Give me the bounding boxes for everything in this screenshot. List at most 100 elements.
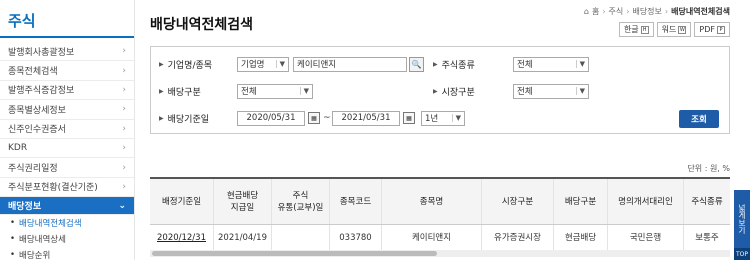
date-range-separator: ~ (323, 113, 331, 123)
calendar-icon[interactable]: ▦ (308, 112, 320, 124)
horizontal-scrollbar[interactable] (150, 250, 730, 257)
column-header[interactable]: 명의개서대리인 (608, 179, 684, 224)
period-select[interactable]: 1년 ▼ (421, 110, 465, 126)
chevron-down-icon: ▼ (275, 60, 285, 68)
sidebar-item-warrant[interactable]: 신주인수권증서 › (0, 120, 134, 139)
breadcrumb-item[interactable]: 주식 (609, 6, 624, 17)
results-table: 배정기준일 현금배당 지급일 주식 유통(교부)일 종목코드 종목명 시장구분 … (150, 177, 730, 251)
chevron-right-icon: › (122, 123, 126, 134)
date-to-input[interactable]: 2021/05/31 (332, 110, 400, 126)
sidebar-subitem-dividend-rank[interactable]: • 배당순위 (0, 247, 134, 263)
dividend-type-label: ▶ 배당구분 (159, 85, 201, 98)
table-cell: 케이티앤지 (382, 225, 482, 250)
chevron-right-icon: › (122, 104, 126, 115)
column-header[interactable]: 배정기준일 (150, 179, 214, 224)
date-label: ▶ 배당기준일 (159, 112, 209, 125)
sidebar-item-label: 주식권리일정 (8, 164, 58, 175)
sidebar-item-distribution[interactable]: 주식분포현황(결산기준) › (0, 178, 134, 198)
triangle-right-icon: ▶ (159, 60, 164, 68)
company-type-select[interactable]: 기업명 ▼ (237, 56, 289, 72)
sidebar-item-rights-schedule[interactable]: 주식권리일정 › (0, 158, 134, 178)
chevron-right-icon: › (664, 7, 669, 16)
breadcrumb-item[interactable]: 배당정보 (632, 6, 661, 17)
sidebar-item-label: 발행주식증감정보 (8, 86, 75, 97)
company-search-input[interactable]: 케이티앤지 (293, 56, 407, 72)
sidebar-item-dividend[interactable]: 배당정보 ⌄ (0, 197, 134, 216)
sidebar-item-label: 발행회사총괄정보 (8, 47, 75, 58)
export-label: 한글 (623, 25, 639, 34)
table-cell: 유가증권시장 (482, 225, 554, 250)
search-icon[interactable]: 🔍 (409, 56, 424, 72)
export-buttons: 한글 H 워드 W PDF P (618, 22, 730, 37)
bullet-icon: • (10, 218, 16, 229)
sidebar-item-kdr[interactable]: KDR › (0, 139, 134, 159)
sidebar-item-issuer-info[interactable]: 발행회사총괄정보 › (0, 42, 134, 62)
market-select[interactable]: 전체 ▼ (513, 83, 589, 99)
chevron-right-icon: › (122, 84, 126, 95)
search-row-dividend: ▶ 배당구분 전체 ▼ ▶ 시장구분 전체 ▼ (151, 79, 729, 103)
chevron-down-icon: ▼ (299, 87, 309, 95)
company-label-text: 기업명/종목 (167, 60, 213, 71)
chevron-right-icon: › (122, 65, 126, 76)
export-label: PDF (699, 25, 715, 34)
home-icon[interactable]: ⌂ (584, 7, 589, 16)
column-header[interactable]: 주식 유통(교부)일 (272, 179, 330, 224)
date-from-input[interactable]: 2020/05/31 (237, 110, 305, 126)
chevron-right-icon: › (122, 143, 126, 154)
sidebar-subitem-dividend-search[interactable]: • 배당내역전체검색 (0, 215, 134, 231)
breadcrumb: ⌂ 홈 › 주식 › 배당정보 › 배당내역전체검색 (584, 6, 730, 17)
dividend-type-label-text: 배당구분 (167, 87, 201, 98)
sidebar-item-label: 주식분포현황(결산기준) (8, 183, 98, 194)
select-value: 1년 (425, 114, 439, 124)
table-cell: 현금배당 (554, 225, 608, 250)
table-cell: 033780 (330, 225, 382, 250)
table-cell: 보통주 (695, 232, 719, 243)
table-cell-link[interactable]: 2020/12/31 (150, 225, 214, 250)
word-icon: W (678, 25, 687, 34)
export-label: 워드 (661, 25, 677, 34)
column-header[interactable]: 종목명 (382, 179, 482, 224)
main-content: 배당내역전체검색 ⌂ 홈 › 주식 › 배당정보 › 배당내역전체검색 한글 H … (150, 0, 730, 260)
breadcrumb-current: 배당내역전체검색 (671, 7, 730, 16)
sidebar-item-share-change[interactable]: 발행주식증감정보 › (0, 81, 134, 101)
column-header[interactable]: 시장구분 (482, 179, 554, 224)
search-button[interactable]: 조회 (679, 110, 719, 128)
stock-type-label: ▶ 주식종류 (433, 58, 475, 71)
sidebar: 주식 발행회사총괄정보 › 종목전체검색 › 발행주식증감정보 › 종목별상세정보 › … (0, 0, 135, 263)
triangle-right-icon: ▶ (433, 87, 438, 95)
table-cell (272, 225, 330, 250)
select-value: 전체 (241, 87, 257, 97)
chevron-right-icon: › (122, 162, 126, 173)
sidebar-subitem-dividend-detail[interactable]: • 배당내역상세 (0, 231, 134, 247)
sidebar-subitem-label: 배당내역상세 (19, 235, 66, 246)
export-word-button[interactable]: 워드 W (656, 22, 692, 37)
scrollbar-thumb[interactable] (152, 251, 437, 256)
sidebar-item-label: 신주인수권증서 (8, 125, 66, 136)
market-label: ▶ 시장구분 (433, 85, 475, 98)
export-hwp-button[interactable]: 한글 H (618, 22, 654, 37)
column-header[interactable]: 종목코드 (330, 179, 382, 224)
back-to-top-button[interactable]: TOP (734, 248, 750, 260)
sidebar-title: 주식 (0, 0, 134, 38)
chevron-down-icon: ▼ (575, 87, 585, 95)
column-header[interactable]: 주식종류 (684, 179, 730, 224)
wide-view-tab[interactable]: 넓게보기 (734, 190, 750, 248)
chevron-right-icon: › (602, 7, 606, 16)
page-title: 배당내역전체검색 (150, 17, 254, 33)
search-form: ▶ 기업명/종목 기업명 ▼ 케이티앤지 🔍 ▶ 주식종류 전체 ▼ ▶ 배당구분 전체 ▼… (150, 46, 730, 134)
column-header[interactable]: 배당구분 (554, 179, 608, 224)
chevron-down-icon: ▼ (451, 114, 461, 122)
bullet-icon: • (10, 234, 16, 245)
hwp-icon: H (640, 25, 649, 34)
bullet-icon: • (10, 250, 16, 261)
sidebar-item-label: 종목전체검색 (8, 67, 58, 78)
dividend-type-select[interactable]: 전체 ▼ (237, 83, 313, 99)
sidebar-item-label: 배당정보 (8, 202, 42, 213)
stock-type-select[interactable]: 전체 ▼ (513, 56, 589, 72)
sidebar-item-stock-search[interactable]: 종목전체검색 › (0, 61, 134, 81)
sidebar-item-stock-detail[interactable]: 종목별상세정보 › (0, 100, 134, 120)
column-header[interactable]: 현금배당 지급일 (214, 179, 272, 224)
calendar-icon[interactable]: ▦ (403, 112, 415, 124)
breadcrumb-item[interactable]: 홈 (592, 6, 599, 17)
export-pdf-button[interactable]: PDF P (694, 22, 730, 37)
